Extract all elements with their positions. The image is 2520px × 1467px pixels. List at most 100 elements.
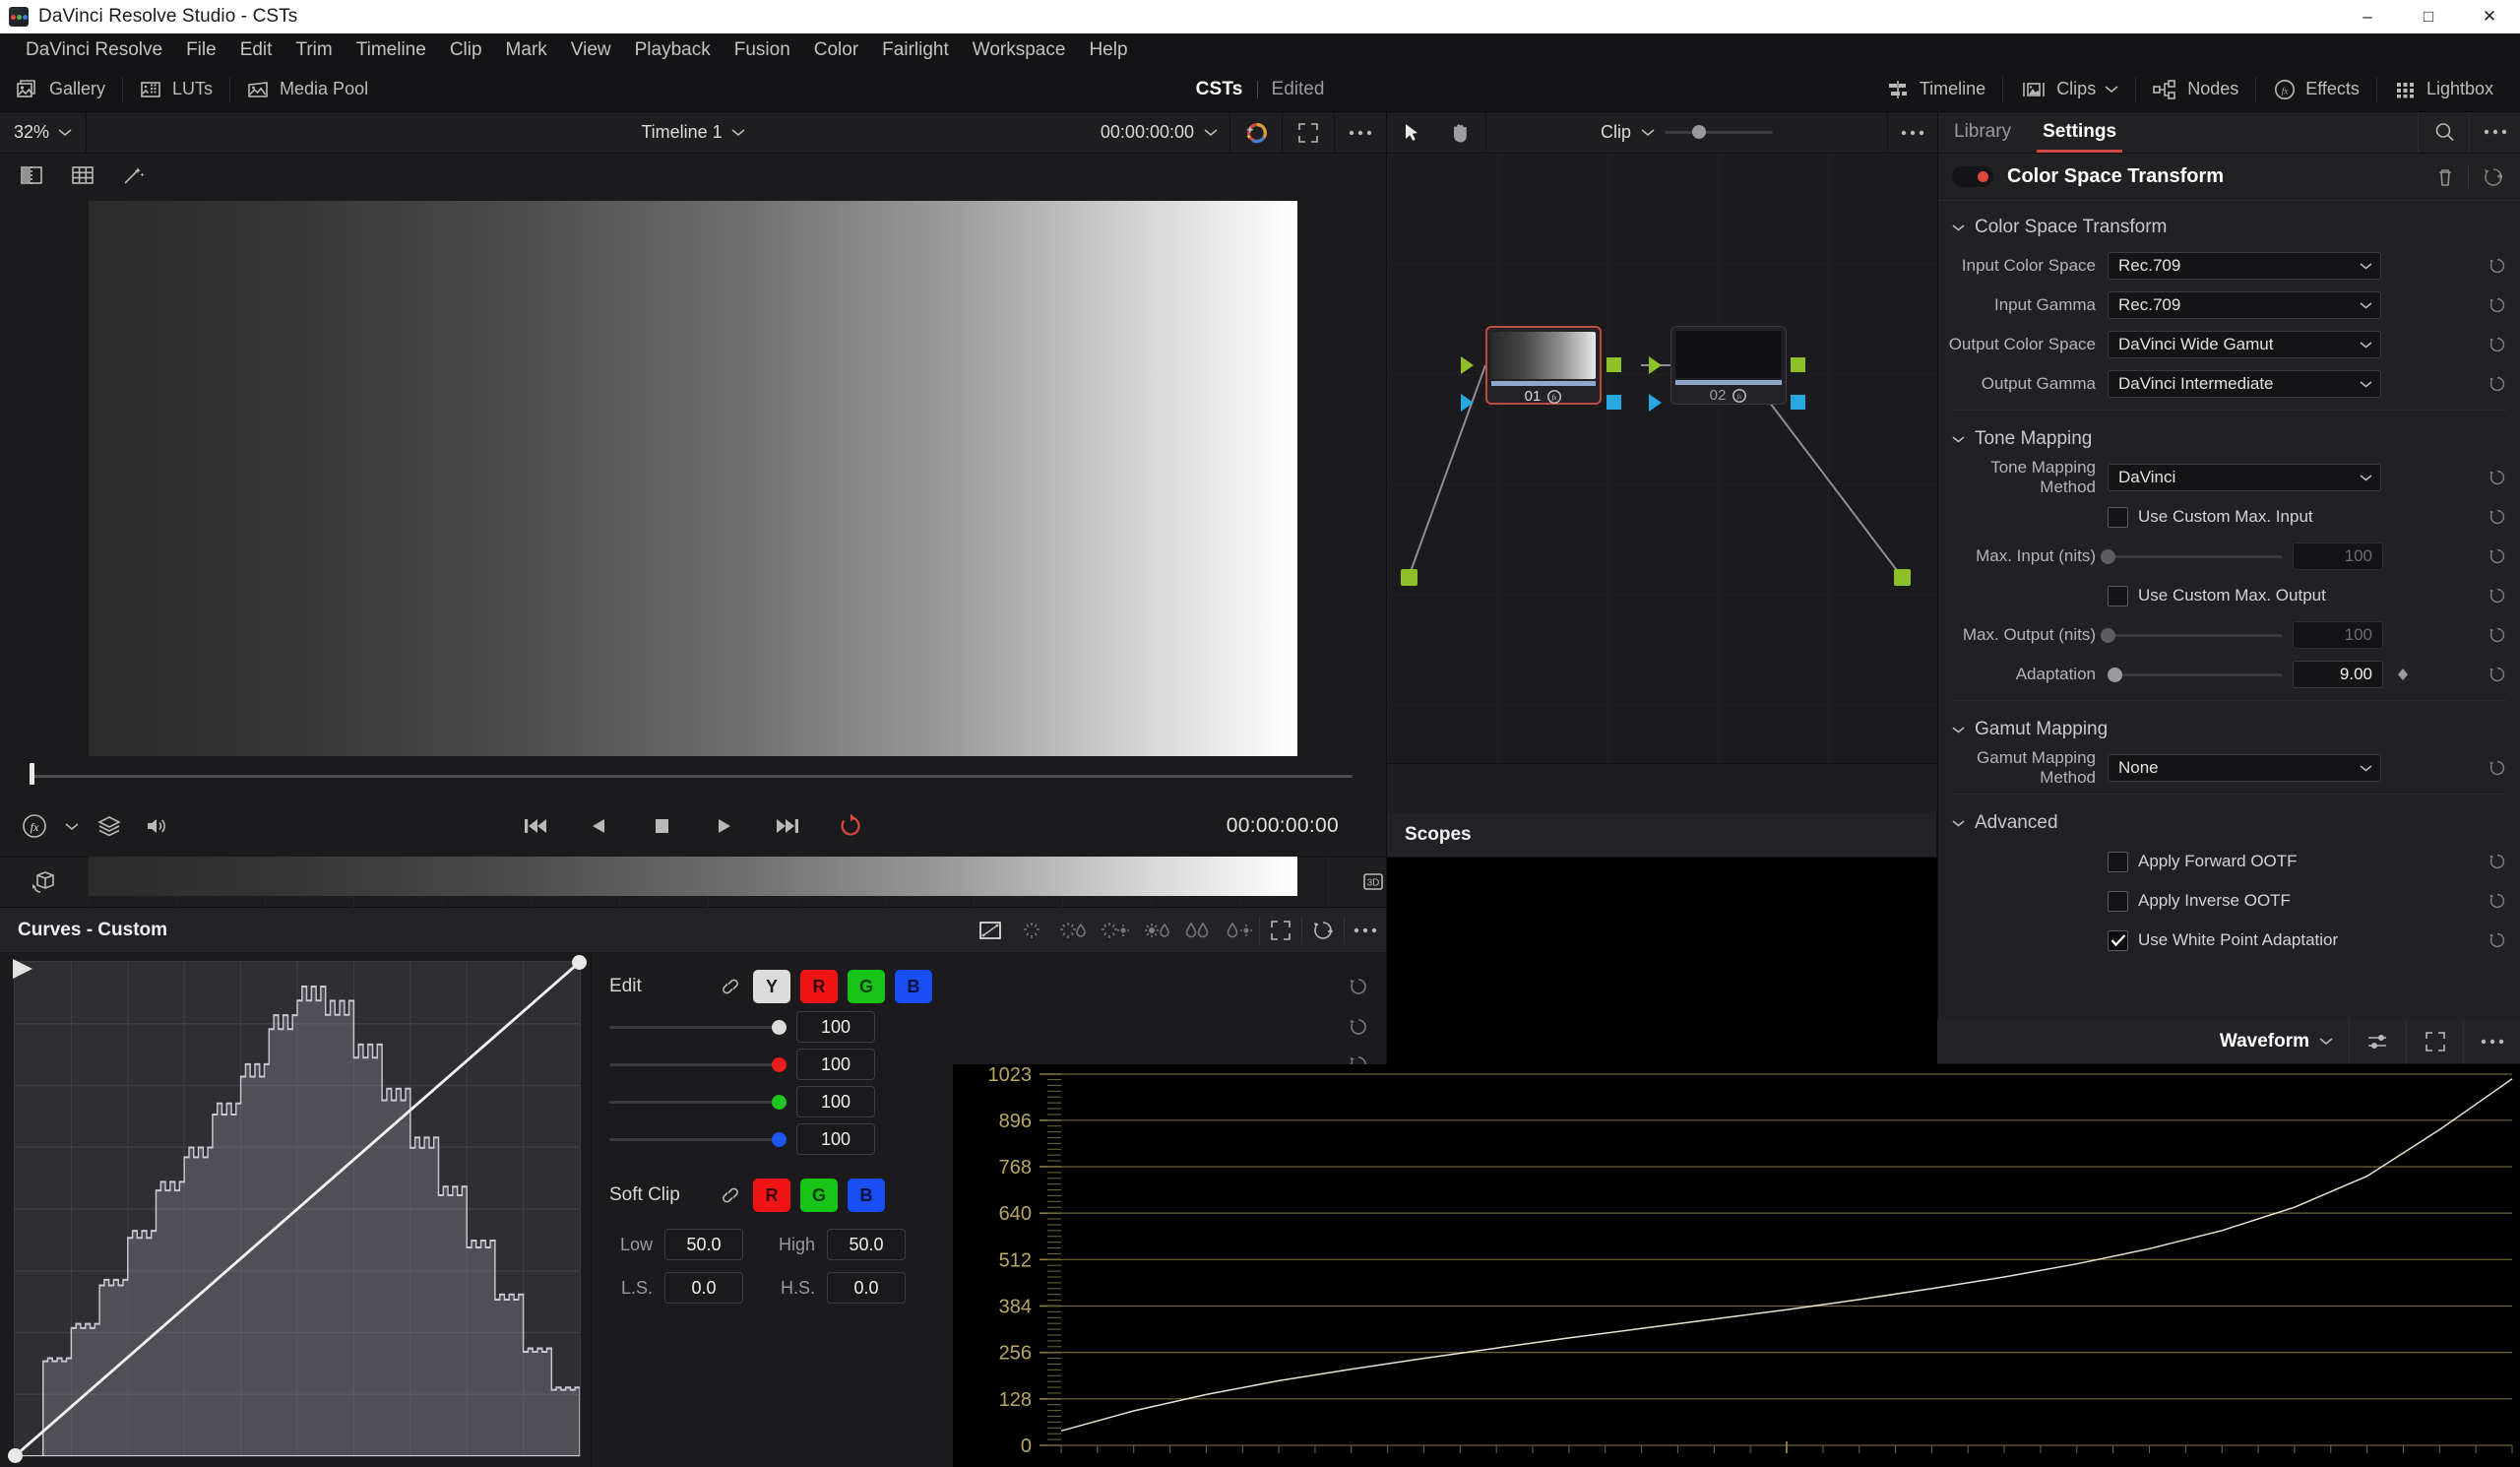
menu-item-workspace[interactable]: Workspace — [961, 33, 1078, 67]
value-adaptation[interactable]: 9.00 — [2293, 661, 2383, 688]
dropdown-tone-mapping-method[interactable]: DaVinci — [2108, 464, 2381, 491]
node-zoom-slider[interactable] — [1665, 125, 1773, 139]
scope-mode-selector[interactable]: Waveform — [2204, 1031, 2349, 1052]
inspector-options-button[interactable] — [2469, 111, 2520, 153]
curve-handle-origin[interactable] — [8, 1448, 23, 1463]
reset-apply-inverse-ootf-icon[interactable] — [2485, 890, 2510, 912]
node-01-input-rgb[interactable] — [1461, 356, 1474, 374]
soft-clip-channel-g[interactable]: G — [800, 1179, 838, 1212]
viewer-canvas[interactable] — [0, 197, 1386, 896]
menu-item-fusion[interactable]: Fusion — [723, 33, 802, 67]
nodes-toggle-button[interactable]: Nodes — [2136, 67, 2255, 112]
hue-vs-hue-icon[interactable] — [1011, 908, 1052, 953]
checkbox-use-custom-max-output[interactable] — [2108, 585, 2128, 606]
edit-value-r[interactable]: 100 — [796, 1049, 875, 1080]
chevron-down-icon[interactable] — [1952, 435, 1965, 443]
source-node-output[interactable] — [1401, 569, 1418, 586]
curves-expand-button[interactable] — [1260, 908, 1301, 953]
menu-item-playback[interactable]: Playback — [623, 33, 723, 67]
reset-input-color-space-icon[interactable] — [2485, 255, 2510, 277]
section-header-advanced[interactable]: Advanced — [1938, 802, 2520, 844]
dropdown-input-color-space[interactable]: Rec.709 — [2108, 252, 2381, 280]
checkbox-apply-forward-ootf[interactable] — [2108, 851, 2128, 872]
search-icon[interactable] — [2418, 111, 2469, 153]
edit-reset-y-icon[interactable] — [1347, 1015, 1370, 1039]
reset-use-white-point-adaptatior-icon[interactable] — [2485, 929, 2510, 951]
node-01-output-rgb[interactable] — [1606, 357, 1621, 372]
reset-apply-forward-ootf-icon[interactable] — [2485, 851, 2510, 872]
edit-channel-b[interactable]: B — [895, 970, 932, 1003]
reset-max-input-nits-icon[interactable] — [2485, 545, 2510, 567]
menu-item-davinci-resolve[interactable]: DaVinci Resolve — [14, 33, 174, 67]
pan-tool-icon[interactable] — [1436, 112, 1485, 154]
menu-item-timeline[interactable]: Timeline — [345, 33, 438, 67]
clips-toggle-button[interactable]: Clips — [2003, 67, 2135, 112]
reset-use-custom-max-output-icon[interactable] — [2485, 585, 2510, 606]
scope-options-button[interactable] — [2463, 1018, 2520, 1064]
curve-graph[interactable] — [8, 955, 587, 1463]
zoom-selector[interactable]: 32% — [0, 122, 86, 143]
dropdown-output-color-space[interactable]: DaVinci Wide Gamut — [2108, 331, 2381, 358]
edit-slider-track-b[interactable] — [609, 1131, 787, 1147]
sat-vs-sat-icon[interactable] — [1176, 908, 1218, 953]
close-button[interactable]: ✕ — [2459, 0, 2520, 33]
reset-gamut-mapping-method-icon[interactable] — [2485, 757, 2510, 779]
chevron-down-icon[interactable] — [2360, 380, 2372, 388]
chevron-down-icon[interactable] — [2360, 301, 2372, 309]
dropdown-output-gamma[interactable]: DaVinci Intermediate — [2108, 370, 2381, 398]
keyframe-icon[interactable] — [2395, 667, 2411, 682]
soft-clip-high-value[interactable]: 50.0 — [827, 1229, 906, 1260]
node-02-output-rgb[interactable] — [1791, 357, 1805, 372]
soft-clip-low-value[interactable]: 50.0 — [664, 1229, 743, 1260]
dropdown-input-gamma[interactable]: Rec.709 — [2108, 291, 2381, 319]
scope-expand-button[interactable] — [2406, 1018, 2463, 1064]
chevron-down-icon[interactable] — [2360, 764, 2372, 772]
chevron-down-icon[interactable] — [1204, 128, 1229, 137]
curve-handle-end[interactable] — [572, 955, 587, 970]
jump-to-end-button[interactable] — [771, 809, 804, 843]
edit-slider-track-r[interactable] — [609, 1056, 787, 1072]
menu-item-edit[interactable]: Edit — [228, 33, 284, 67]
node-options-button[interactable] — [1888, 112, 1937, 154]
curve-custom-icon[interactable] — [970, 908, 1011, 953]
node-02[interactable]: 02 fx — [1670, 326, 1787, 405]
node-02-input-rgb[interactable] — [1649, 356, 1662, 374]
menu-item-file[interactable]: File — [174, 33, 228, 67]
link-icon[interactable] — [718, 1184, 743, 1206]
chevron-down-icon[interactable] — [1952, 819, 1965, 827]
viewer-options-button[interactable] — [1335, 112, 1386, 154]
checkbox-use-custom-max-input[interactable] — [2108, 506, 2128, 528]
effects-toggle-button[interactable]: fx Effects — [2256, 67, 2376, 112]
node-01-input-key[interactable] — [1461, 394, 1474, 412]
section-header-tone-mapping[interactable]: Tone Mapping — [1938, 418, 2520, 460]
reset-use-custom-max-input-icon[interactable] — [2485, 506, 2510, 528]
chevron-down-icon[interactable] — [2319, 1037, 2333, 1046]
viewer-scrubber[interactable] — [0, 756, 1386, 796]
play-button[interactable] — [708, 809, 741, 843]
scope-settings-button[interactable] — [2349, 1018, 2406, 1064]
waveform-scope[interactable]: 0 128 256 384 512 640 768 896 1023 — [953, 1064, 2520, 1467]
hue-vs-sat-icon[interactable] — [1052, 908, 1094, 953]
reset-tone-mapping-method-icon[interactable] — [2485, 467, 2510, 488]
node-02-output-key[interactable] — [1791, 395, 1805, 410]
chevron-down-icon[interactable] — [2360, 474, 2372, 481]
output-node-input[interactable] — [1894, 569, 1911, 586]
curves-options-button[interactable] — [1345, 908, 1386, 953]
node-01[interactable]: 01 fx — [1485, 326, 1602, 405]
reset-output-gamma-icon[interactable] — [2485, 373, 2510, 395]
chevron-down-icon[interactable] — [58, 128, 72, 137]
grid-overlay-button[interactable] — [59, 154, 106, 197]
soft-clip-channel-b[interactable]: B — [848, 1179, 885, 1212]
section-header-gamut-mapping[interactable]: Gamut Mapping — [1938, 709, 2520, 750]
luts-button[interactable]: LUTs — [123, 67, 229, 112]
lum-vs-sat-icon[interactable] — [1135, 908, 1176, 953]
dropdown-gamut-mapping-method[interactable]: None — [2108, 754, 2381, 782]
soft-clip-ls-value[interactable]: 0.0 — [664, 1272, 743, 1304]
edit-channel-r[interactable]: R — [800, 970, 838, 1003]
link-icon[interactable] — [718, 976, 743, 997]
edit-slider-track-g[interactable] — [609, 1094, 787, 1110]
chevron-down-icon[interactable] — [2105, 85, 2118, 94]
chevron-down-icon[interactable] — [2360, 341, 2372, 349]
stop-button[interactable] — [645, 809, 678, 843]
checkbox-use-white-point-adaptatior[interactable] — [2108, 929, 2128, 951]
